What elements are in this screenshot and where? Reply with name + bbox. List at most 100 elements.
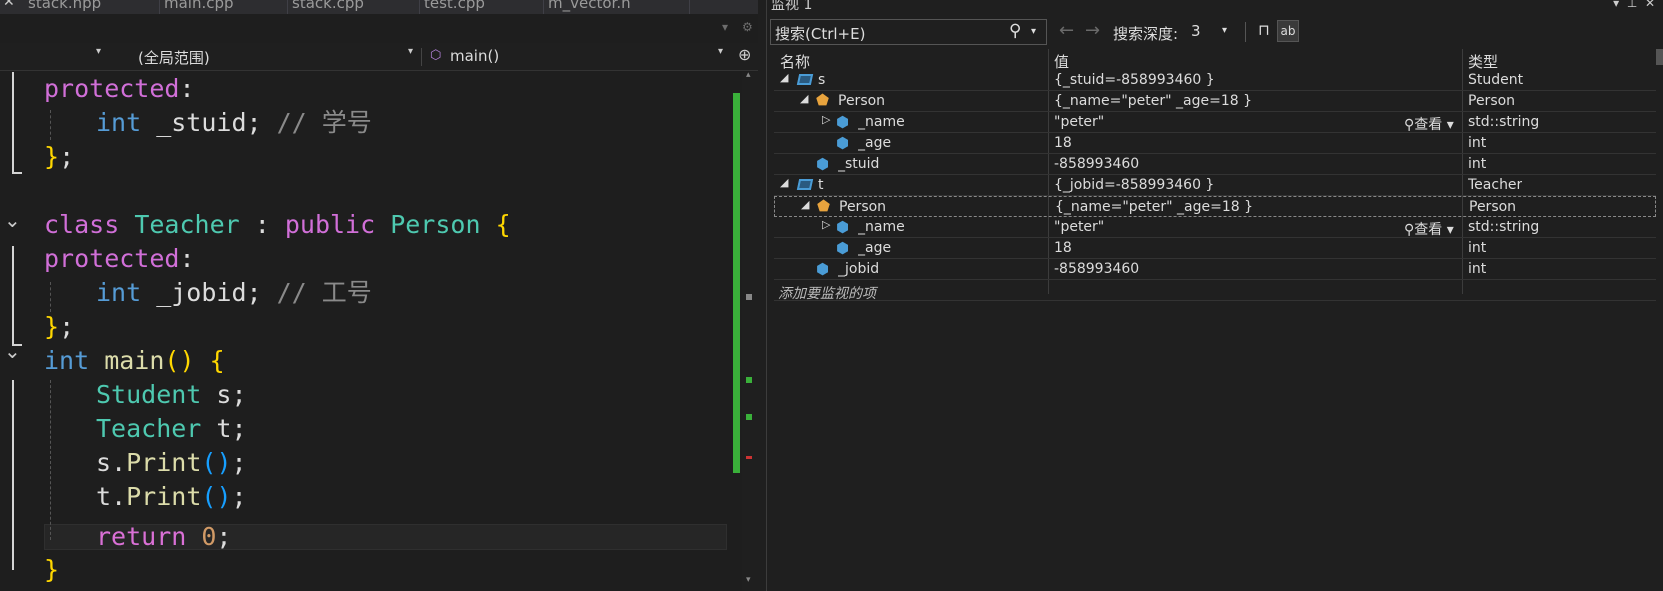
watch-window: 监视 1 ▾ ⊥ ✕ 搜索(Ctrl+E) ⚲ ▾ ← → 搜索深度: 3 ▾ …: [766, 0, 1663, 591]
watch-scrollbar[interactable]: [1656, 49, 1663, 65]
watch-row[interactable]: ▷ ⬢ _name "peter" ⚲查看 ▾ std::string: [774, 217, 1656, 238]
code-line[interactable]: int main() {: [44, 344, 225, 378]
collapse-triangle-icon[interactable]: ◢: [780, 71, 788, 84]
view-ab-toggle-icon[interactable]: ab: [1277, 20, 1299, 42]
vertical-scrollbar[interactable]: ▴ ▾: [742, 70, 758, 591]
row-name: _name: [858, 219, 905, 235]
close-icon[interactable]: ✕: [3, 0, 15, 10]
window-menu-caret-icon[interactable]: ▾: [1613, 0, 1619, 10]
function-dropdown[interactable]: main(): [450, 47, 499, 67]
row-value[interactable]: -858993460: [1054, 261, 1139, 279]
scroll-thumb[interactable]: [746, 294, 752, 300]
code-line[interactable]: s.Print();: [96, 446, 247, 480]
watch-row-selected[interactable]: ◢ ⬟ Person {_name="peter" _age=18 } Pers…: [774, 196, 1656, 217]
row-value[interactable]: 18: [1054, 240, 1072, 258]
tab-overflow-caret-icon[interactable]: ▾: [722, 20, 728, 34]
search-input[interactable]: 搜索(Ctrl+E) ⚲ ▾: [770, 19, 1047, 45]
view-visualizer-button[interactable]: ⚲查看 ▾: [1404, 219, 1454, 239]
watch-row[interactable]: ◢ t {_jobid=-858993460 } Teacher: [774, 175, 1656, 196]
tab-test-cpp[interactable]: test.cpp: [420, 0, 544, 14]
search-icon[interactable]: ⚲: [1009, 21, 1021, 41]
row-value[interactable]: {_jobid=-858993460 }: [1054, 177, 1214, 195]
watch-title: 监视 1: [771, 0, 813, 13]
code-line[interactable]: protected:: [44, 242, 195, 276]
code-line[interactable]: t.Print();: [96, 480, 247, 514]
function-dropdown-caret-icon[interactable]: ▾: [718, 46, 723, 57]
scroll-up-icon[interactable]: ▴: [746, 70, 751, 80]
split-window-icon[interactable]: ⊕: [738, 45, 751, 64]
code-line[interactable]: int _stuid; // 学号: [96, 106, 372, 140]
add-watch-row[interactable]: 添加要监视的项: [774, 280, 1656, 303]
protected-field-icon: ⬢: [816, 155, 830, 173]
row-value[interactable]: 18: [1054, 135, 1072, 153]
view-label: 查看: [1414, 222, 1443, 238]
row-name: _name: [858, 114, 905, 130]
row-value[interactable]: "peter": [1054, 114, 1104, 132]
tab-main-cpp[interactable]: main.cpp: [160, 0, 288, 14]
scope-dropdown[interactable]: (全局范围): [138, 47, 210, 67]
view-label: 查看: [1414, 117, 1443, 133]
code-line[interactable]: protected:: [44, 72, 195, 106]
pin-icon[interactable]: ⊥: [1627, 0, 1637, 10]
scope-dropdown-caret-icon[interactable]: ▾: [408, 46, 413, 57]
expand-triangle-icon[interactable]: ▷: [822, 113, 830, 126]
indent-guide: [50, 110, 51, 140]
collapse-triangle-icon[interactable]: ◢: [801, 198, 809, 211]
code-line[interactable]: };: [44, 140, 74, 174]
pin-source-icon[interactable]: ⊓: [1253, 20, 1275, 42]
window-controls: ▾ ⊥ ✕: [1613, 0, 1655, 10]
forward-arrow-icon[interactable]: →: [1085, 20, 1100, 41]
watch-row[interactable]: ⬢ _jobid -858993460 int: [774, 259, 1656, 280]
function-cube-icon: ⬡: [430, 48, 442, 63]
navigation-bar: ▾ (全局范围) ▾ ⬡ main() ▾ ⊕: [0, 43, 758, 71]
code-line[interactable]: Student s;: [96, 378, 247, 412]
fold-chevron-icon[interactable]: ⌄: [4, 339, 21, 363]
row-value[interactable]: {_name="peter" _age=18 }: [1055, 199, 1253, 217]
code-line[interactable]: return 0;: [96, 520, 231, 554]
code-line[interactable]: class Teacher : public Person {: [44, 208, 511, 242]
row-type: Student: [1468, 72, 1524, 88]
close-icon[interactable]: ✕: [1645, 0, 1655, 10]
expand-triangle-icon[interactable]: ▷: [822, 218, 830, 231]
watch-row[interactable]: ⬢ _age 18 int: [774, 238, 1656, 259]
settings-gear-icon[interactable]: ⚙: [742, 20, 753, 34]
watch-row[interactable]: ▷ ⬢ _name "peter" ⚲查看 ▾ std::string: [774, 112, 1656, 133]
code-line[interactable]: Teacher t;: [96, 412, 247, 446]
collapse-triangle-icon[interactable]: ◢: [800, 92, 808, 105]
tab-m-vector-h[interactable]: m_vector.h: [544, 0, 690, 14]
watch-row[interactable]: ⬢ _stuid -858993460 int: [774, 154, 1656, 175]
code-line[interactable]: }: [44, 553, 59, 587]
watch-row[interactable]: ◢ s {_stuid=-858993460 } Student: [774, 70, 1656, 91]
row-value[interactable]: {_stuid=-858993460 }: [1054, 72, 1215, 90]
tab-stack-hpp[interactable]: stack.hpp: [24, 0, 160, 14]
search-options-caret-icon[interactable]: ▾: [1031, 26, 1036, 37]
fold-chevron-icon[interactable]: ⌄: [4, 208, 21, 232]
row-name: _jobid: [838, 261, 880, 277]
scroll-down-icon[interactable]: ▾: [746, 575, 751, 585]
column-header-name[interactable]: 名称: [780, 51, 810, 72]
watch-row[interactable]: ◢ ⬟ Person {_name="peter" _age=18 } Pers…: [774, 91, 1656, 112]
watch-row[interactable]: ⬢ _age 18 int: [774, 133, 1656, 154]
back-arrow-icon[interactable]: ←: [1059, 20, 1074, 41]
code-line[interactable]: int _jobid; // 工号: [96, 276, 372, 310]
row-value[interactable]: {_name="peter" _age=18 }: [1054, 93, 1252, 111]
collapse-triangle-icon[interactable]: ◢: [780, 176, 788, 189]
add-watch-placeholder[interactable]: 添加要监视的项: [778, 283, 876, 303]
row-value[interactable]: -858993460: [1054, 156, 1139, 174]
view-visualizer-button[interactable]: ⚲查看 ▾: [1404, 114, 1454, 134]
search-depth-dropdown[interactable]: 3 ▾: [1186, 19, 1238, 45]
change-tracking-bar: [733, 93, 740, 473]
row-type: std::string: [1468, 114, 1540, 130]
column-header-type[interactable]: 类型: [1468, 51, 1498, 72]
column-header-value[interactable]: 值: [1054, 51, 1069, 72]
project-dropdown-caret-icon[interactable]: ▾: [96, 46, 101, 57]
error-marker: [746, 456, 752, 459]
tab-stack-cpp[interactable]: stack.cpp: [288, 0, 420, 14]
code-line[interactable]: };: [44, 310, 74, 344]
row-type: Person: [1468, 93, 1516, 109]
change-marker: [746, 414, 752, 420]
row-type: Person: [1469, 199, 1517, 215]
magnifier-icon: ⚲: [1404, 117, 1415, 133]
row-name: _age: [858, 240, 892, 256]
row-value[interactable]: "peter": [1054, 219, 1104, 237]
